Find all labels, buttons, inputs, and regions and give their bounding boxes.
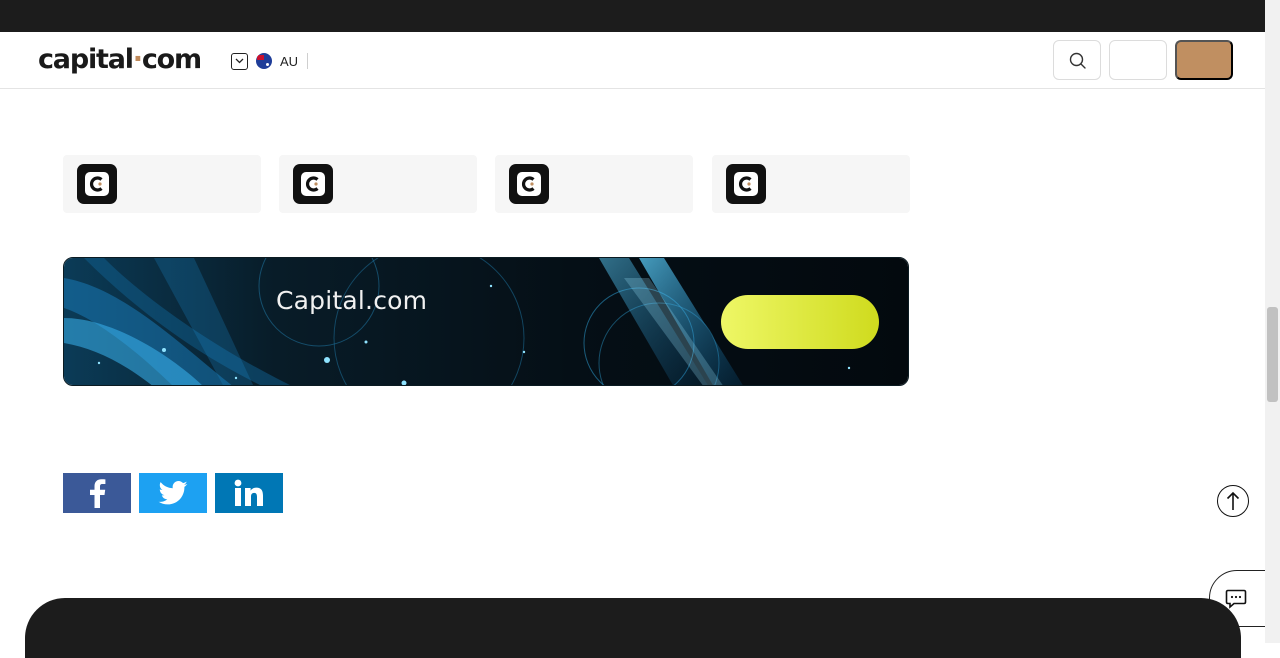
twitter-bird-icon xyxy=(158,481,188,505)
region-selector[interactable]: AU xyxy=(231,50,309,72)
app-card[interactable] xyxy=(63,155,261,213)
site-header: capital·com AU xyxy=(0,32,1265,89)
chat-icon xyxy=(1225,589,1247,609)
search-button[interactable] xyxy=(1053,40,1101,80)
australia-flag-icon xyxy=(256,53,272,69)
capital-app-icon xyxy=(726,164,766,204)
search-icon xyxy=(1069,52,1086,69)
banner-cta-button[interactable] xyxy=(721,295,879,349)
login-button[interactable] xyxy=(1109,40,1167,80)
logo-text-left: capital xyxy=(38,44,134,75)
app-card[interactable] xyxy=(279,155,477,213)
promo-banner[interactable]: Capital.com xyxy=(63,257,909,386)
linkedin-share-button[interactable] xyxy=(215,473,283,513)
region-label: AU xyxy=(280,53,299,69)
linkedin-icon xyxy=(234,479,263,506)
facebook-icon xyxy=(90,479,106,508)
back-to-top-button[interactable] xyxy=(1217,485,1249,517)
app-card[interactable] xyxy=(495,155,693,213)
arrow-up-icon xyxy=(1226,491,1240,510)
app-card[interactable] xyxy=(712,155,910,213)
banner-title: Capital.com xyxy=(276,286,428,315)
signup-button[interactable] xyxy=(1175,40,1233,80)
twitter-share-button[interactable] xyxy=(139,473,207,513)
capital-app-icon xyxy=(77,164,117,204)
capital-app-icon xyxy=(293,164,333,204)
chevron-down-icon[interactable] xyxy=(231,52,248,70)
capital-app-icon xyxy=(509,164,549,204)
scrollbar-thumb[interactable] xyxy=(1267,307,1278,402)
footer xyxy=(25,598,1241,658)
logo-text-right: com xyxy=(141,44,202,75)
divider xyxy=(307,53,309,69)
logo-dot: · xyxy=(132,44,143,75)
logo[interactable]: capital·com xyxy=(38,42,202,78)
top-bar xyxy=(0,0,1265,32)
facebook-share-button[interactable] xyxy=(63,473,131,513)
